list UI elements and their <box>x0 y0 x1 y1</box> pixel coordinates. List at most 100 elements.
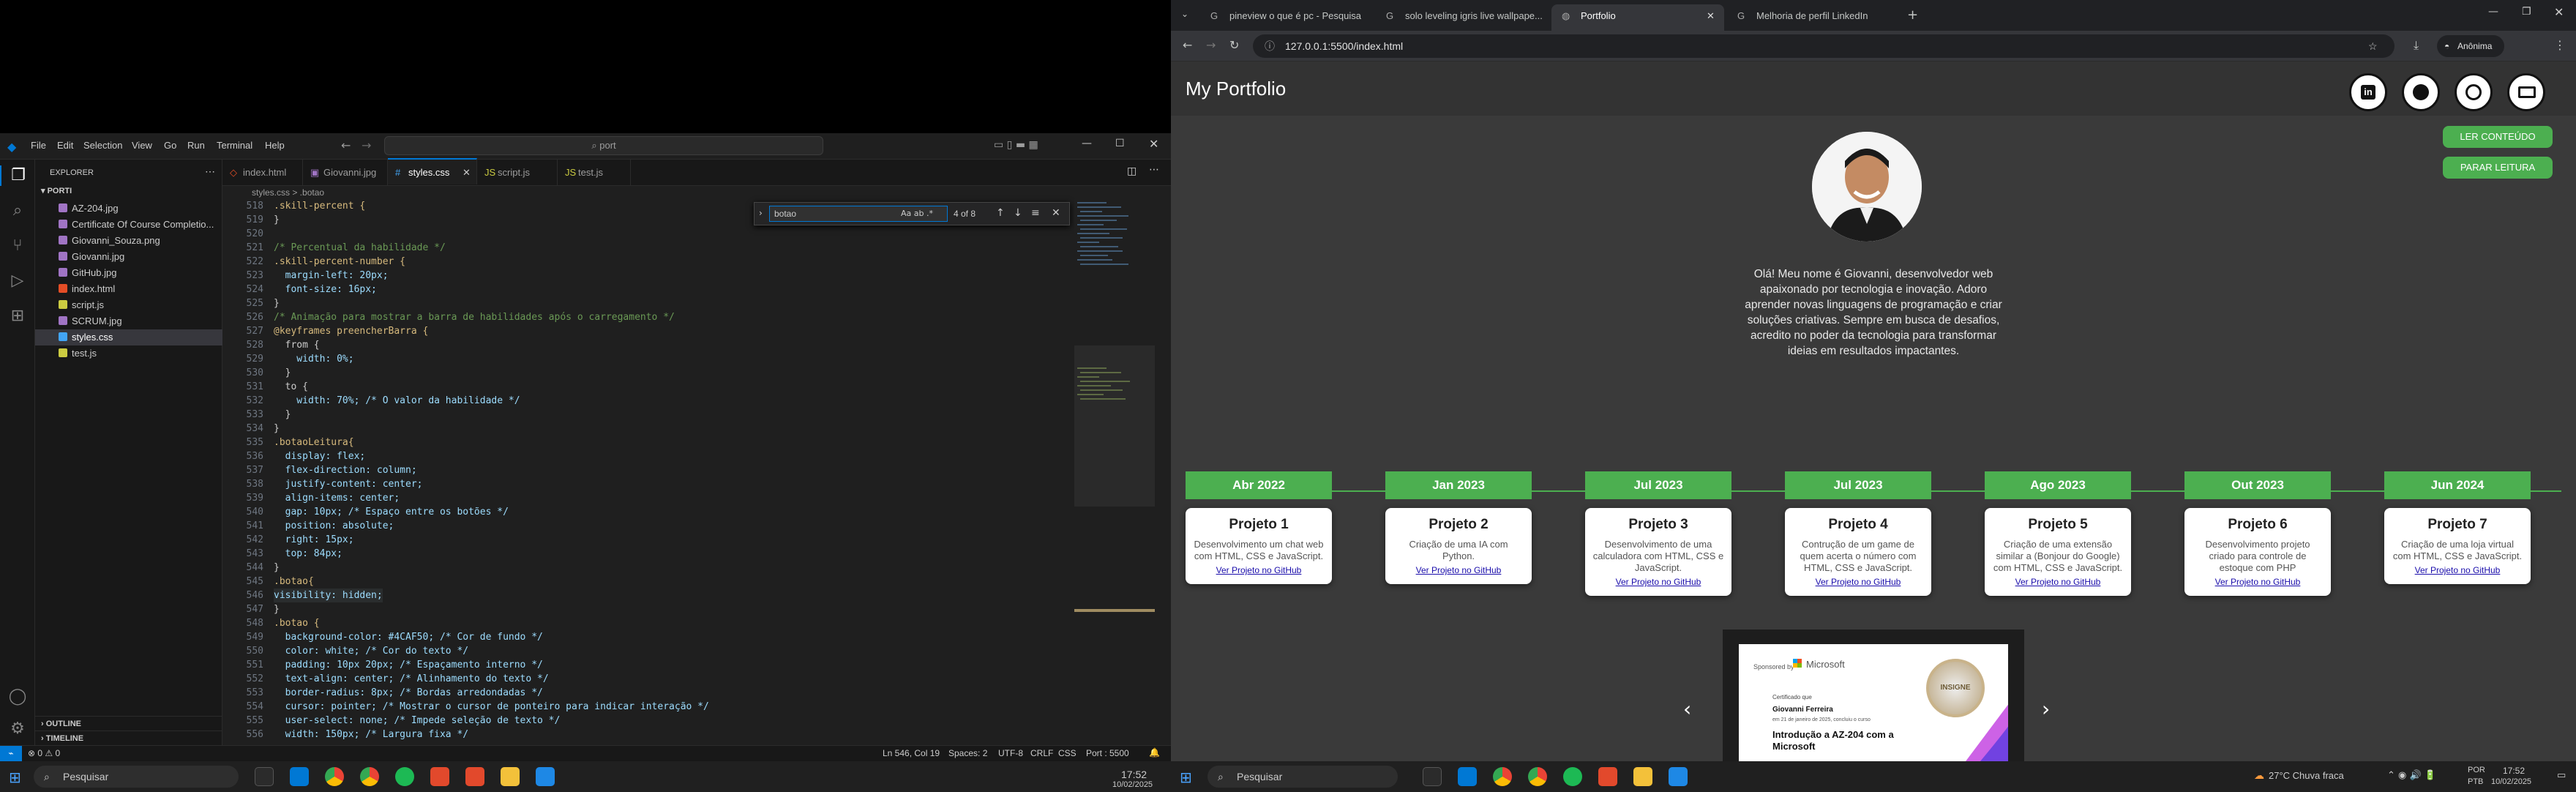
tab-script-js[interactable]: JS script.js <box>477 160 558 186</box>
project-github-link[interactable]: Ver Projeto no GitHub <box>1992 577 2124 587</box>
language-mode[interactable]: CSS <box>1058 748 1077 758</box>
tab-styles-css[interactable]: # styles.css ✕ <box>388 158 477 184</box>
live-server-port[interactable]: Port : 5500 <box>1086 748 1129 758</box>
project-folder[interactable]: ▾ PORTI <box>41 186 72 195</box>
indentation[interactable]: Spaces: 2 <box>948 748 987 758</box>
new-tab-icon[interactable]: + <box>1907 7 1918 23</box>
minimize-icon[interactable]: — <box>1082 138 1092 149</box>
file-item[interactable]: GitHub.jpg <box>72 265 116 280</box>
explorer-icon[interactable]: ❐ <box>0 165 35 186</box>
project-github-link[interactable]: Ver Projeto no GitHub <box>1193 565 1325 575</box>
vscode-taskbar-icon[interactable] <box>1458 767 1477 786</box>
command-center-search[interactable]: ⌕ port <box>384 136 823 155</box>
app-taskbar-icon[interactable] <box>1598 767 1617 786</box>
chrome-taskbar-icon[interactable] <box>325 767 344 786</box>
weather-text[interactable]: 27°C Chuva fraca <box>2269 770 2344 781</box>
project-github-link[interactable]: Ver Projeto no GitHub <box>2192 577 2324 587</box>
menu-run[interactable]: Run <box>187 140 205 151</box>
input-layout[interactable]: PTB <box>2468 777 2483 786</box>
menu-view[interactable]: View <box>132 140 152 151</box>
file-item[interactable]: AZ-204.jpg <box>72 201 119 216</box>
tab-test-js[interactable]: JS test.js <box>558 160 631 186</box>
layout-toggle-icon[interactable]: ▭ ▯ ▬ ▦ <box>994 139 1038 151</box>
notification-icon[interactable]: ▭ <box>2557 770 2566 781</box>
close-icon[interactable]: ✕ <box>1149 137 1158 151</box>
task-view-icon[interactable] <box>1423 767 1442 786</box>
menu-go[interactable]: Go <box>164 140 176 151</box>
file-explorer-taskbar-icon[interactable] <box>1633 767 1652 786</box>
settings-gear-icon[interactable]: ⚙ <box>7 719 28 739</box>
problems-count[interactable]: ⊗ 0 ⚠ 0 <box>28 748 60 758</box>
vscode-taskbar-icon[interactable] <box>290 767 309 786</box>
menu-file[interactable]: File <box>31 140 46 151</box>
project-github-link[interactable]: Ver Projeto no GitHub <box>1393 565 1524 575</box>
file-item[interactable]: Giovanni.jpg <box>72 249 124 264</box>
close-tab-icon[interactable]: ✕ <box>1707 4 1715 28</box>
download-icon[interactable]: ⤓ <box>2414 38 2419 53</box>
menu-help[interactable]: Help <box>265 140 285 151</box>
browser-tab-active[interactable]: ◍ Portfolio ✕ <box>1551 4 1724 31</box>
timeline-section[interactable]: › TIMELINE <box>35 731 222 745</box>
input-language[interactable]: POR <box>2468 766 2485 774</box>
notifications-bell-icon[interactable]: 🔔 <box>1149 747 1160 758</box>
close-tab-icon[interactable]: ✕ <box>463 160 471 186</box>
file-item[interactable]: script.js <box>72 297 104 313</box>
file-item[interactable]: index.html <box>72 281 115 296</box>
clock[interactable]: 17:52 <box>2503 766 2525 776</box>
source-control-icon[interactable]: ⑂ <box>7 236 28 256</box>
app-taskbar-icon[interactable] <box>536 767 555 786</box>
carousel-prev-icon[interactable]: ‹ <box>1683 697 1691 721</box>
previous-match-icon[interactable]: ↑ <box>996 207 1005 219</box>
file-item[interactable]: SCRUM.jpg <box>72 313 122 329</box>
menu-edit[interactable]: Edit <box>57 140 73 151</box>
forward-icon[interactable]: → <box>1206 38 1216 52</box>
minimize-icon[interactable]: — <box>2488 6 2498 18</box>
project-github-link[interactable]: Ver Projeto no GitHub <box>2392 565 2523 575</box>
app-taskbar-icon[interactable] <box>430 767 449 786</box>
run-debug-icon[interactable]: ▷ <box>7 271 28 291</box>
split-editor-icon[interactable]: ◫ <box>1127 165 1137 177</box>
search-icon[interactable]: ⌕ <box>7 201 28 221</box>
taskbar-search[interactable]: ⌕ Pesquisar <box>1208 766 1398 788</box>
match-options-icon[interactable]: Aa ab .* <box>901 209 933 218</box>
file-item[interactable]: test.js <box>72 345 97 361</box>
chrome-active-taskbar-icon[interactable] <box>1528 767 1547 786</box>
file-explorer-taskbar-icon[interactable] <box>501 767 520 786</box>
menu-terminal[interactable]: Terminal <box>217 140 252 151</box>
file-item[interactable]: Giovanni_Souza.png <box>72 233 160 248</box>
line-ending[interactable]: CRLF <box>1030 748 1053 758</box>
outline-section[interactable]: › OUTLINE <box>35 716 222 731</box>
next-match-icon[interactable]: ↓ <box>1014 207 1022 219</box>
back-icon[interactable]: ← <box>1183 38 1192 52</box>
close-icon[interactable]: ✕ <box>2554 5 2564 19</box>
more-actions-icon[interactable]: ⋯ <box>1149 164 1159 176</box>
date[interactable]: 10/02/2025 <box>2491 777 2531 786</box>
toggle-replace-icon[interactable]: › <box>759 208 763 218</box>
reload-icon[interactable]: ↻ <box>1229 38 1239 52</box>
browser-tab[interactable]: G Melhoria de perfil LinkedIn <box>1727 4 1900 31</box>
encoding[interactable]: UTF-8 <box>998 748 1023 758</box>
browser-tab[interactable]: Gpineview o que é pc - Pesquisa <box>1200 4 1373 31</box>
nav-forward-icon[interactable]: → <box>362 138 371 152</box>
taskbar-search[interactable]: ⌕ Pesquisar <box>34 766 239 788</box>
carousel-next-icon[interactable]: › <box>2042 697 2050 721</box>
extensions-icon[interactable]: ⊞ <box>7 306 28 326</box>
find-in-selection-icon[interactable]: ≡ <box>1031 207 1040 219</box>
maximize-icon[interactable]: ☐ <box>1115 138 1125 149</box>
app-taskbar-icon[interactable] <box>1669 767 1688 786</box>
restore-icon[interactable]: ❐ <box>2522 6 2531 18</box>
browser-tab[interactable]: Gsolo leveling igris live wallpape... <box>1376 4 1549 31</box>
more-actions-icon[interactable]: ⋯ <box>205 165 215 178</box>
windows-start-icon[interactable]: ⊞ <box>1180 769 1192 786</box>
task-view-icon[interactable] <box>255 767 274 786</box>
file-item[interactable]: styles.css <box>72 329 113 345</box>
cursor-position[interactable]: Ln 546, Col 19 <box>883 748 940 758</box>
breadcrumb[interactable]: styles.css > .botao <box>252 187 324 198</box>
tab-search-icon[interactable]: ⌄ <box>1181 9 1188 19</box>
weather-icon[interactable]: ☁ <box>2254 770 2264 782</box>
chrome-taskbar-icon[interactable] <box>1493 767 1512 786</box>
tray-icons[interactable]: ⌃ ◉ 🔊 🔋 <box>2387 770 2436 781</box>
menu-selection[interactable]: Selection <box>83 140 122 151</box>
menu-kebab-icon[interactable]: ⋮ <box>2554 38 2566 52</box>
close-find-icon[interactable]: ✕ <box>1052 207 1060 219</box>
